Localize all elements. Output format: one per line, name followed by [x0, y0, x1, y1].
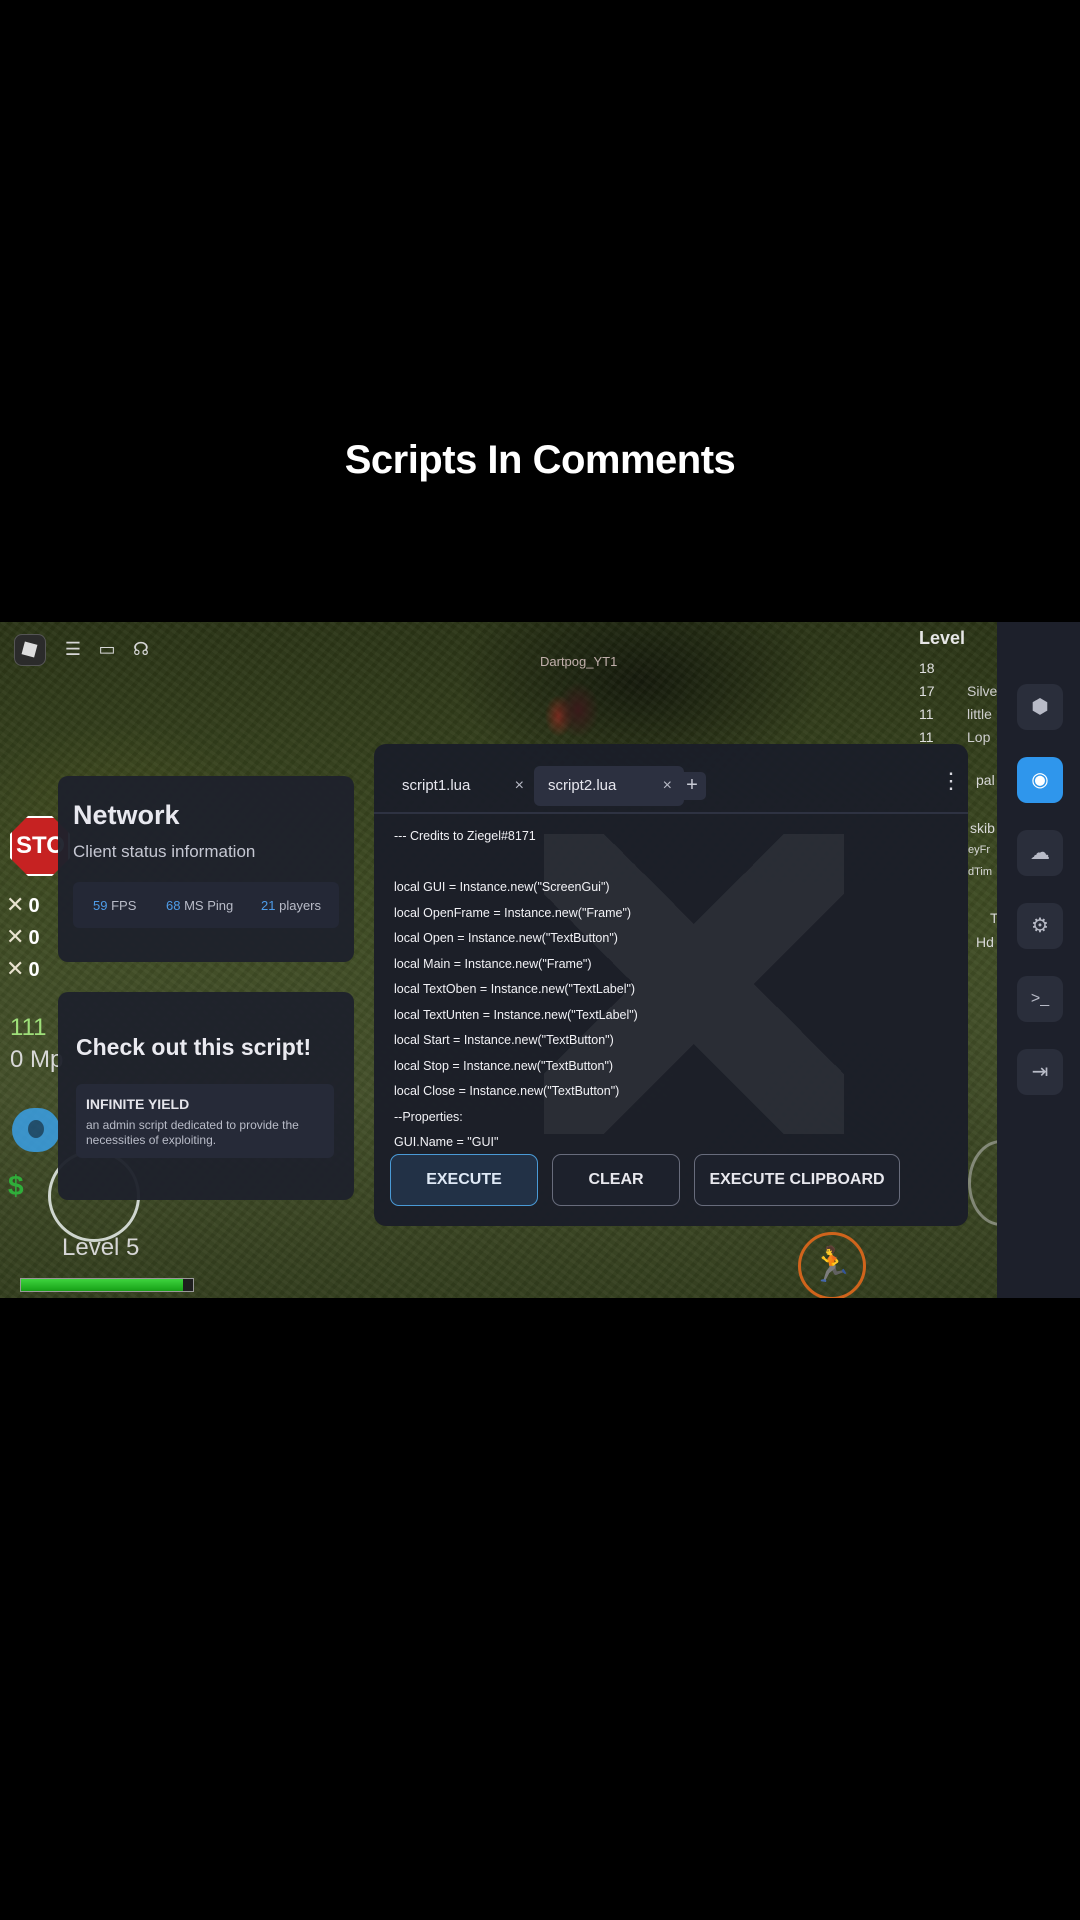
code-line: local TextUnten = Instance.new("TextLabe…	[394, 1007, 638, 1022]
leaderboard-side-text: skib	[970, 820, 995, 836]
xp-bar-fill	[21, 1279, 183, 1291]
leaderboard-side-text: pal	[976, 772, 995, 788]
close-icon[interactable]: ×	[663, 766, 672, 806]
code-line: local Open = Instance.new("TextButton")	[394, 931, 618, 945]
video-caption: Scripts In Comments	[344, 438, 736, 482]
tab-script1[interactable]: script1.lua ×	[388, 766, 536, 806]
fps-stat: 59 FPS	[93, 898, 137, 913]
network-title: Network	[73, 800, 180, 830]
xp-bar	[20, 1278, 194, 1292]
leaderboard-side-text: dTim	[968, 866, 993, 878]
script-name: INFINITE YIELD	[86, 1096, 190, 1112]
script-description: an admin script dedicated to provide the…	[86, 1118, 299, 1147]
clear-button[interactable]: CLEAR	[552, 1154, 680, 1206]
code-line: local TextOben = Instance.new("TextLabel…	[394, 982, 636, 996]
code-line: --Properties:	[394, 1109, 463, 1124]
gear-icon[interactable]: ⚙	[1017, 903, 1063, 949]
leaderboard-row[interactable]: 11 little	[919, 706, 997, 722]
ping-stat: 68 MS Ping	[166, 898, 234, 913]
sprint-icon[interactable]: 🏃	[798, 1232, 866, 1298]
leaderboard-title: Level	[919, 628, 966, 648]
level-label: Level 5	[62, 1234, 140, 1261]
execute-button[interactable]: EXECUTE	[390, 1154, 538, 1206]
bone-icon: ✕ 0	[6, 924, 40, 949]
close-icon[interactable]: ×	[515, 766, 524, 806]
code-line: local Close = Instance.new("TextButton")	[394, 1084, 620, 1098]
leaderboard-row[interactable]: 11 Lop	[919, 729, 997, 745]
terminal-icon[interactable]: >_	[1017, 976, 1063, 1022]
script-card[interactable]: INFINITE YIELD an admin script dedicated…	[76, 1084, 334, 1158]
network-subtitle: Client status information	[73, 842, 256, 861]
more-menu-icon[interactable]: ⋮	[940, 766, 962, 796]
code-line: local GUI = Instance.new("ScreenGui")	[394, 880, 610, 894]
leaderboard-side-text: Hd	[976, 934, 994, 950]
stat-mp: 0 Mp	[10, 1046, 64, 1073]
code-line: --- Credits to Ziegel#8171	[394, 829, 536, 843]
code-line: local Start = Instance.new("TextButton")	[394, 1033, 614, 1047]
tab-label: script1.lua	[402, 777, 471, 794]
script-editor-panel: script1.lua × script2.lua × + ⋮ --- Cred…	[374, 744, 968, 1226]
stat-value: 111	[10, 1014, 47, 1041]
leaderboard-row[interactable]: 18	[919, 660, 997, 676]
script-promo-title: Check out this script!	[76, 1034, 312, 1060]
shield-icon[interactable]: ⬢	[1017, 684, 1063, 730]
exit-icon[interactable]: ⇥	[1017, 1049, 1063, 1095]
gamepad-icon[interactable]: ◉	[1017, 757, 1063, 803]
network-stats: 59 FPS 68 MS Ping 21 players	[73, 882, 339, 928]
code-line: local Main = Instance.new("Frame")	[394, 956, 592, 971]
leaderboard-row[interactable]: 17 Silve	[919, 683, 997, 699]
players-stat: 21 players	[261, 898, 322, 913]
eye-icon[interactable]	[12, 1108, 60, 1152]
tab-script2[interactable]: script2.lua ×	[534, 766, 684, 806]
headset-icon[interactable]: ☊	[128, 636, 154, 662]
hamburger-icon[interactable]: ☰	[60, 636, 86, 662]
chat-icon[interactable]: ▭	[94, 636, 120, 662]
script-promo-panel: Check out this script! INFINITE YIELD an…	[58, 992, 354, 1200]
roblox-menu-icon[interactable]	[14, 634, 46, 666]
add-tab-icon[interactable]: +	[678, 772, 706, 800]
tab-label: script2.lua	[548, 777, 617, 794]
code-editor[interactable]: --- Credits to Ziegel#8171 local GUI = I…	[394, 824, 954, 1156]
bone-icon: ✕ 0	[6, 956, 40, 981]
code-line: local OpenFrame = Instance.new("Frame")	[394, 905, 632, 920]
executor-sidebar: ⬢ ◉ ☁ ⚙ >_ ⇥	[997, 622, 1080, 1298]
leaderboard-side-text: T	[990, 910, 997, 926]
code-line: GUI.Name = "GUI"	[394, 1135, 499, 1149]
leaderboard-side-text: eyFr	[968, 844, 990, 856]
cloud-icon[interactable]: ☁	[1017, 830, 1063, 876]
code-line: local Stop = Instance.new("TextButton")	[394, 1058, 614, 1073]
player-name-tag: Dartpog_YT1	[540, 654, 618, 669]
dollar-icon: $	[8, 1170, 24, 1201]
execute-clipboard-button[interactable]: EXECUTE CLIPBOARD	[694, 1154, 900, 1206]
bone-icon: ✕ 0	[6, 892, 40, 917]
network-panel: Network Client status information 59 FPS…	[58, 776, 354, 962]
tab-divider	[374, 812, 968, 814]
